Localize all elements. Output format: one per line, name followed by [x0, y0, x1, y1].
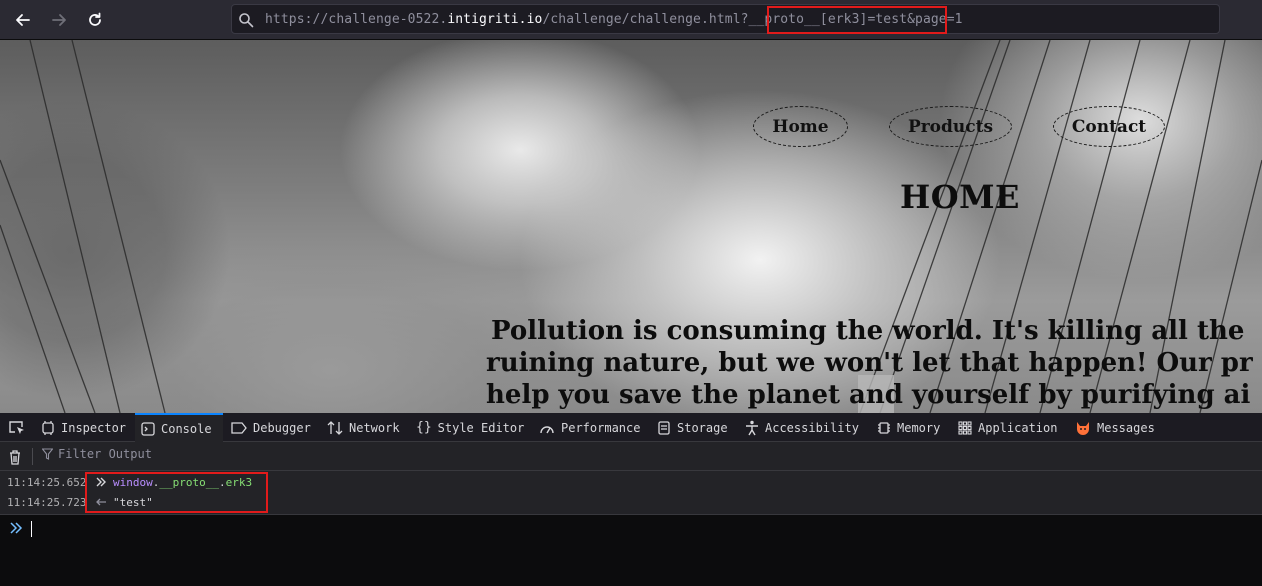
tab-label: Memory: [897, 420, 941, 435]
console-icon: [141, 421, 155, 436]
nav-products[interactable]: Products: [889, 106, 1012, 147]
tab-application[interactable]: Application: [952, 413, 1063, 442]
intro-line-3: help you save the planet and yourself by…: [486, 380, 1251, 410]
element-picker-button[interactable]: [3, 413, 29, 442]
tab-performance[interactable]: Performance: [533, 413, 646, 442]
tab-label: Console: [161, 421, 212, 436]
forward-arrow-icon: [52, 14, 66, 26]
inspector-icon: [42, 420, 54, 435]
tab-label: Messages: [1097, 420, 1155, 435]
console-output: 11:14:25.652 window.__proto__.erk3 11:14…: [0, 471, 1262, 514]
devtools-panel: Inspector Console Debugger Network {} St…: [0, 413, 1262, 586]
performance-icon: [540, 425, 554, 433]
reload-button[interactable]: [81, 6, 109, 34]
tab-memory[interactable]: Memory: [871, 413, 946, 442]
browser-toolbar: https://challenge-0522.intigriti.io/chal…: [0, 0, 1262, 40]
tab-label: Storage: [677, 420, 728, 435]
trash-icon[interactable]: [8, 449, 22, 465]
tab-label: Inspector: [61, 420, 127, 435]
timestamp: 11:14:25.723: [7, 495, 87, 509]
tab-network[interactable]: Network: [321, 413, 406, 442]
reload-icon: [89, 12, 101, 26]
application-icon: [958, 420, 972, 435]
back-arrow-icon: [16, 14, 30, 26]
web-page: Home Products Contact HOME Pollution is …: [0, 40, 1262, 413]
filter-output-input[interactable]: Filter Output: [42, 447, 152, 461]
console-filter-bar: Filter Output: [0, 442, 1262, 471]
text-caret: [31, 521, 32, 537]
memory-icon: [878, 421, 890, 434]
timestamp: 11:14:25.652: [7, 475, 87, 489]
annotation-highlight-box: [767, 6, 947, 34]
intro-text: Pollution is consuming the world. It's k…: [486, 315, 1262, 411]
storage-icon: [658, 420, 670, 435]
intro-line-1: Pollution is consuming the world. It's k…: [491, 316, 1245, 346]
tab-label: Debugger: [253, 420, 311, 435]
url-path: /challenge/challenge.html: [542, 12, 741, 27]
tab-accessibility[interactable]: Accessibility: [739, 413, 865, 442]
tab-label: Accessibility: [765, 420, 859, 435]
filter-placeholder: Filter Output: [58, 447, 152, 461]
network-icon: [327, 420, 343, 435]
tab-storage[interactable]: Storage: [651, 413, 734, 442]
url-domain: intigriti.io: [447, 12, 543, 27]
devtools-tab-bar: Inspector Console Debugger Network {} St…: [0, 413, 1262, 442]
console-input[interactable]: [0, 514, 1262, 586]
nav-home[interactable]: Home: [753, 106, 848, 147]
tab-debugger[interactable]: Debugger: [225, 413, 317, 442]
tab-label: Style Editor: [437, 420, 525, 435]
tab-label: Application: [978, 420, 1058, 435]
tab-label: Performance: [561, 420, 641, 435]
toolbar-divider: [32, 448, 33, 465]
messages-icon: [1077, 421, 1089, 435]
page-title: HOME: [900, 178, 1020, 216]
element-picker-icon: [9, 420, 24, 434]
debugger-icon: [231, 421, 247, 434]
back-button[interactable]: [9, 6, 37, 34]
tab-console[interactable]: Console: [135, 413, 223, 442]
tab-label: Network: [349, 420, 400, 435]
filter-icon: [42, 448, 53, 460]
url-bar[interactable]: https://challenge-0522.intigriti.io/chal…: [231, 4, 1220, 34]
annotation-highlight-box: [85, 472, 268, 513]
tab-inspector[interactable]: Inspector: [35, 413, 132, 442]
tab-messages[interactable]: Messages: [1069, 413, 1161, 442]
nav-contact[interactable]: Contact: [1053, 106, 1165, 147]
url-scheme-host: https://challenge-0522.: [265, 12, 448, 27]
forward-button[interactable]: [45, 6, 73, 34]
prompt-chevron-icon: [10, 522, 23, 534]
intro-line-2: ruining nature, but we won't let that ha…: [486, 348, 1253, 378]
search-icon: [239, 13, 254, 28]
style-editor-icon: {}: [416, 420, 432, 435]
tab-style-editor[interactable]: {} Style Editor: [410, 413, 530, 442]
accessibility-icon: [746, 420, 758, 435]
